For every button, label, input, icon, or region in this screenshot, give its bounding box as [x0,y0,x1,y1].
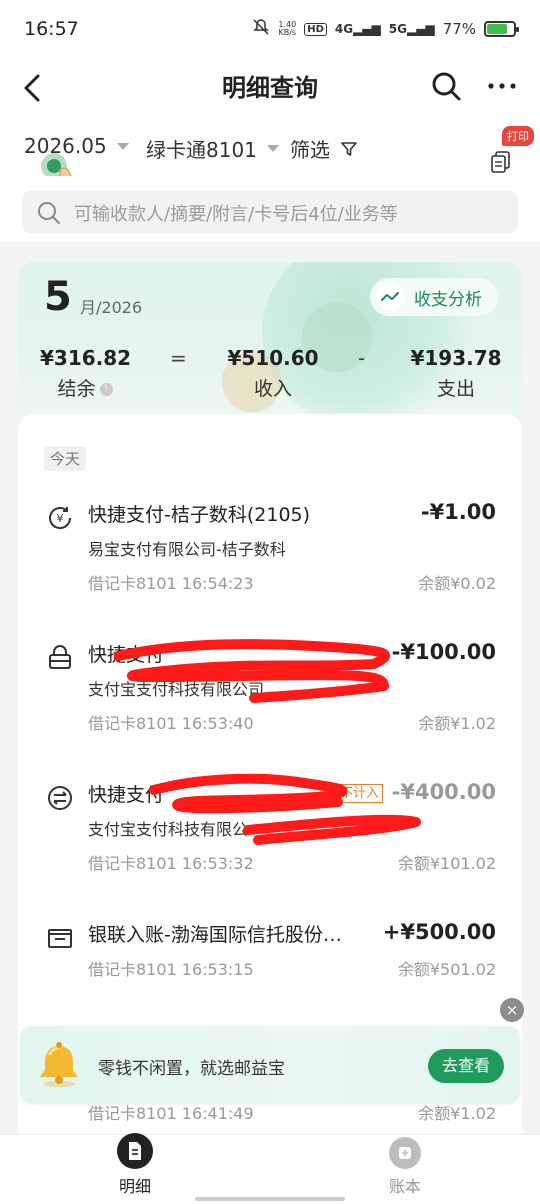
transaction-amount: -¥400.00 [391,780,496,804]
signal-4g-icon: 4G▂▄▆ [334,22,381,36]
search-input[interactable]: 可输收款人/摘要/附言/卡号后4位/业务等 [22,190,518,234]
transaction-title: 快捷支付 [88,784,165,806]
balance-label-wrap: 结余! [40,374,130,401]
transaction-meta: 借记卡8101 16:53:15 [88,960,254,979]
search-button[interactable] [428,68,464,104]
excluded-tag: 不计入 [336,784,384,803]
info-icon[interactable]: ! [99,383,113,396]
funnel-icon [341,141,357,156]
search-bar-wrap: 可输收款人/摘要/附言/卡号后4位/业务等 [0,176,540,242]
signal-5g-icon: 5G▂▄▆ [388,22,435,36]
equals-sign: = [170,346,187,370]
bottom-nav: 明细 账本 [0,1133,540,1204]
transaction-title: 银联入账-渤海国际信托股份… [88,924,342,946]
expense-amount: ¥193.78 [410,346,502,370]
filter-label: 筛选 [290,138,330,162]
search-placeholder: 可输收款人/摘要/附言/卡号后4位/业务等 [74,204,398,225]
search-icon [432,72,461,101]
transaction-subtitle: 易宝支付有限公司-桔子数科 [88,540,286,559]
transaction-meta: 借记卡8101 16:41:49 [88,1104,254,1123]
transaction-item[interactable]: 快捷支付 -¥100.00 支付宝支付科技有限公司 借记卡8101 16:53:… [18,639,522,750]
income-amount: ¥510.60 [227,346,319,370]
transaction-amount: -¥1.00 [420,500,496,524]
nav-label: 账本 [388,1177,421,1196]
transaction-balance: 余额¥1.02 [418,1104,496,1123]
view-button[interactable]: 去查看 [427,1049,504,1083]
transaction-balance: 余额¥0.02 [418,574,496,593]
document-copy-icon [491,151,510,173]
ledger-icon [389,1137,421,1169]
transaction-item-partial[interactable]: 借记卡8101 16:41:49 余额¥1.02 [18,1104,522,1134]
status-time: 16:57 [24,18,79,40]
transaction-balance: 余额¥101.02 [397,854,496,873]
transaction-title: 快捷支付 [88,644,165,666]
transaction-item[interactable]: 快捷支付 不计入 -¥400.00 支付宝支付科技有限公 借记卡8101 16:… [18,773,522,890]
hd-icon: HD [304,22,327,36]
balance-amount: ¥316.82 [40,346,132,370]
more-button[interactable] [484,68,520,104]
print-badge: 打印 [502,126,534,146]
promo-banner[interactable]: 零钱不闲置，就选邮益宝 去查看 [20,1026,520,1104]
balance-label: 结余 [57,378,96,400]
transaction-amount: +¥500.00 [382,920,496,944]
filter-button[interactable]: 筛选 [290,134,358,163]
card-value: 绿卡通8101 [146,138,257,162]
more-dots-icon [488,83,516,89]
search-icon [38,202,60,224]
transaction-meta: 借记卡8101 16:54:23 [88,574,254,593]
income-label: 收入 [253,378,292,400]
transaction-balance: 余额¥1.02 [418,714,496,733]
minus-sign: - [358,346,366,370]
battery-text: 77% [442,20,476,38]
card-selector[interactable]: 绿卡通8101 [146,134,279,163]
net-speed: 1.40 KB/s [278,20,297,37]
transaction-subtitle: 支付宝支付科技有限公 [88,820,249,839]
battery-icon [484,21,519,37]
bank-card-icon [48,929,72,948]
home-indicator [195,1197,345,1201]
transfer-icon [48,786,72,810]
caret-down-icon [266,145,279,152]
transaction-meta: 借记卡8101 16:53:40 [88,714,254,733]
nav-tab-ledger[interactable]: 账本 [270,1135,540,1197]
transaction-balance: 余额¥501.02 [397,960,496,979]
transaction-meta: 借记卡8101 16:53:32 [88,854,254,873]
document-icon [117,1133,153,1169]
transaction-item[interactable]: ¥ 快捷支付-桔子数科(2105) -¥1.00 易宝支付有限公司-桔子数科 借… [18,500,522,610]
app-header: 明细查询 [0,60,540,116]
summary-month: 5 [44,274,72,320]
shopping-basket-icon [49,645,71,669]
income-expense-analysis-button[interactable]: 收支分析 [370,278,498,316]
nav-label: 明细 [118,1177,151,1196]
banner-close-button[interactable]: × [500,998,524,1022]
transaction-subtitle: 支付宝支付科技有限公司 [88,680,265,699]
analysis-label: 收支分析 [414,289,482,310]
status-bar: 16:57 1.40 KB/s HD 4G▂▄▆ 5G▂▄▆ 77% [0,0,540,60]
transaction-amount: -¥100.00 [391,640,496,664]
trend-line-icon [376,283,404,311]
transaction-item[interactable]: 银联入账-渤海国际信托股份… +¥500.00 借记卡8101 16:53:15… [18,920,522,1000]
transaction-title: 快捷支付-桔子数科(2105) [88,504,311,526]
print-button[interactable]: 打印 [486,126,534,176]
summary-year: 月/2026 [80,298,143,317]
nav-tab-details[interactable]: 明细 [0,1133,270,1197]
mute-icon [252,18,270,40]
expense-label: 支出 [436,378,475,400]
promo-text: 零钱不闲置，就选邮益宝 [98,1059,285,1079]
yuan-refresh-icon: ¥ [49,507,72,530]
caret-down-icon [116,142,129,150]
svg-text:¥: ¥ [57,512,64,525]
date-section-label: 今天 [44,446,87,471]
status-icons: 1.40 KB/s HD 4G▂▄▆ 5G▂▄▆ 77% [252,18,519,40]
bell-icon [40,1042,78,1087]
